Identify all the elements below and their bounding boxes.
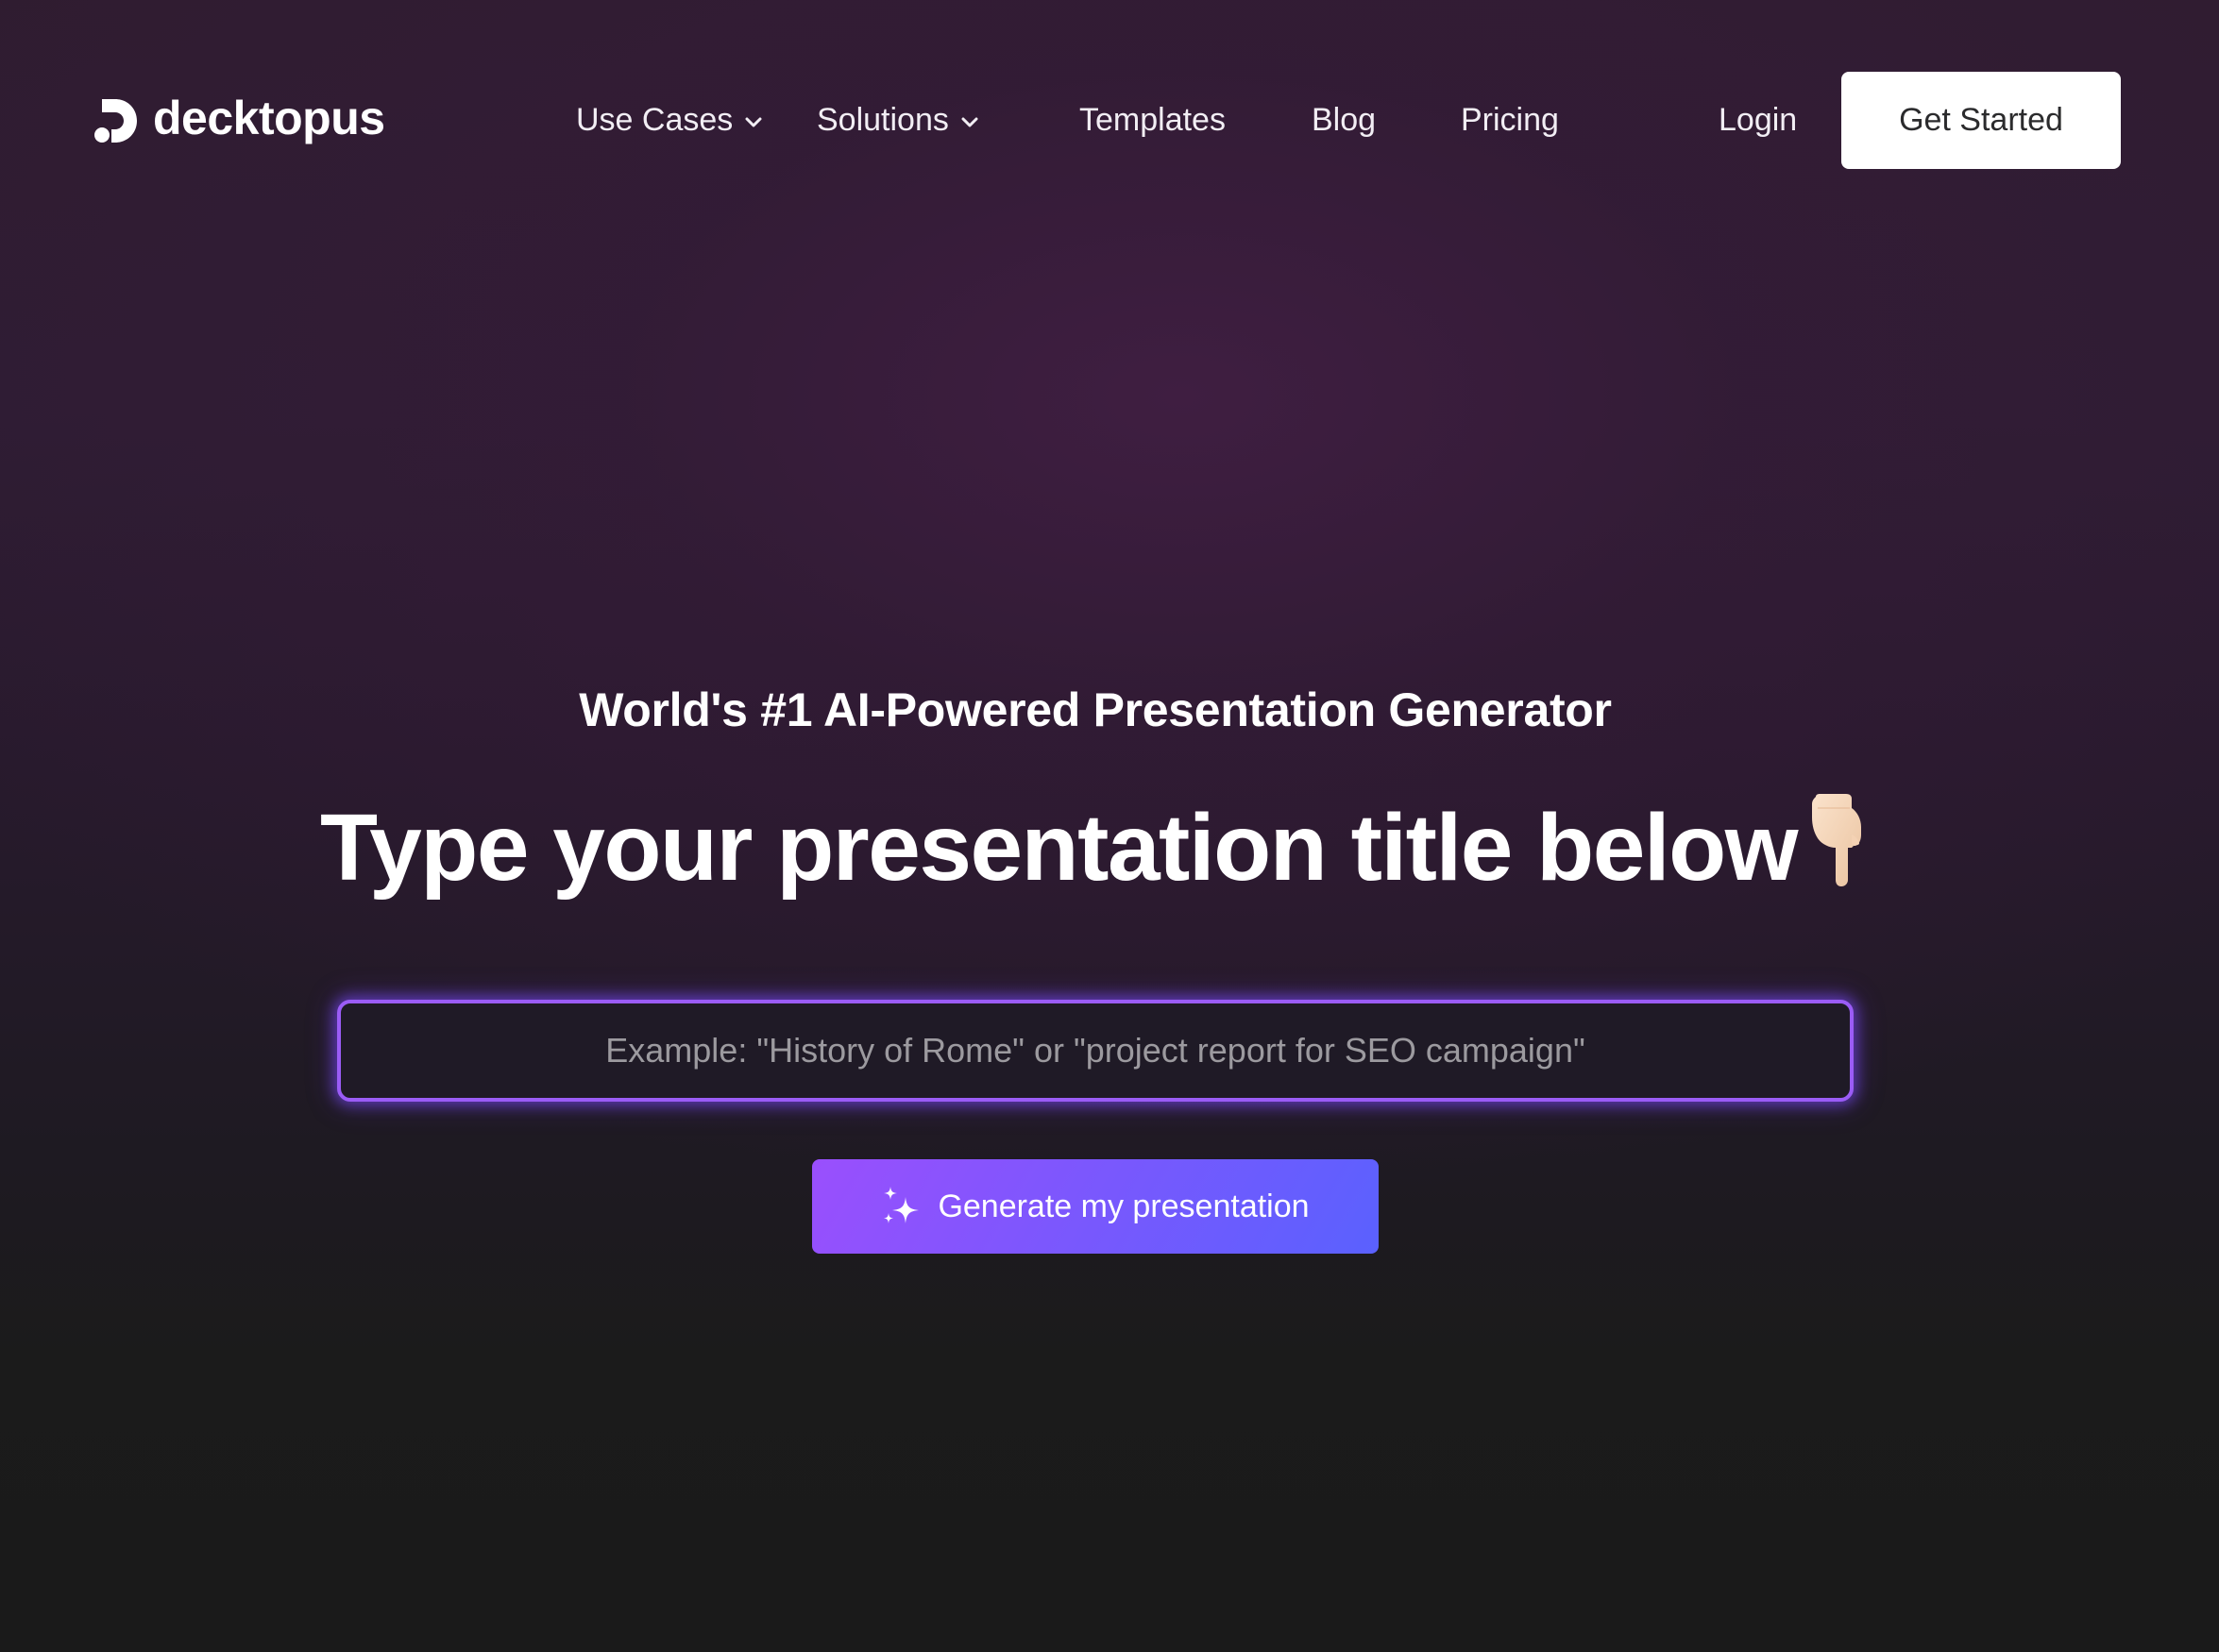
logo-link[interactable]: decktopus	[94, 91, 385, 151]
generate-presentation-button[interactable]: Generate my presentation	[812, 1159, 1379, 1254]
hero-subtitle: World's #1 AI-Powered Presentation Gener…	[579, 683, 1612, 736]
nav-item-label: Templates	[1079, 102, 1226, 138]
decktopus-logo-icon	[94, 98, 138, 143]
chevron-down-icon	[960, 116, 979, 129]
nav-item-use-cases[interactable]: Use Cases	[576, 96, 763, 143]
nav-item-blog[interactable]: Blog	[1312, 96, 1376, 143]
generate-button-label: Generate my presentation	[938, 1188, 1310, 1224]
presentation-title-input[interactable]	[341, 1003, 1850, 1098]
hero-title: Type your presentation title below	[0, 791, 2191, 904]
nav-item-pricing[interactable]: Pricing	[1461, 96, 1559, 143]
pointing-down-hand-icon	[1804, 793, 1871, 887]
nav-item-label: Use Cases	[576, 102, 734, 138]
nav-item-label: Pricing	[1461, 102, 1559, 138]
nav-item-solutions[interactable]: Solutions	[817, 96, 979, 143]
presentation-title-field	[337, 1000, 1854, 1102]
sparkles-icon	[881, 1186, 921, 1227]
nav-item-label: Blog	[1312, 102, 1377, 138]
login-link[interactable]: Login	[1719, 96, 1797, 143]
brand-name: decktopus	[153, 92, 385, 144]
nav-item-templates[interactable]: Templates	[1079, 96, 1226, 143]
chevron-down-icon	[744, 116, 763, 129]
hero-title-text: Type your presentation title below	[319, 795, 1799, 901]
get-started-button[interactable]: Get Started	[1841, 72, 2121, 169]
nav-item-label: Solutions	[817, 102, 949, 138]
